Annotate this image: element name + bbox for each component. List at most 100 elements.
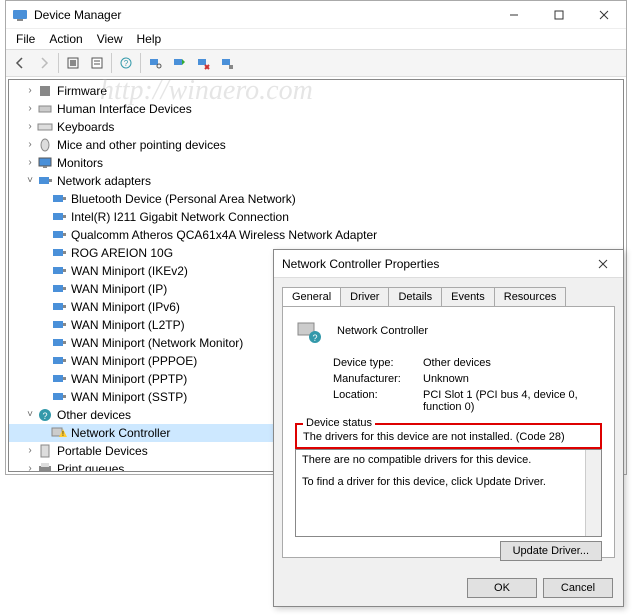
tree-category[interactable]: › Human Interface Devices (9, 100, 623, 118)
window-controls (491, 1, 626, 29)
toolbar: ? (6, 49, 626, 77)
ok-button[interactable]: OK (467, 578, 537, 598)
tree-label: Human Interface Devices (57, 100, 192, 118)
unknown-icon: ? (37, 407, 53, 423)
cancel-button[interactable]: Cancel (543, 578, 613, 598)
window-title: Device Manager (34, 8, 491, 22)
net-icon (51, 317, 67, 333)
warn-icon: ! (51, 425, 67, 441)
expander-icon[interactable]: ˅ (23, 406, 37, 424)
tree-label: WAN Miniport (Network Monitor) (71, 334, 243, 352)
device-name: Network Controller (337, 325, 428, 337)
tree-label: ROG AREION 10G (71, 244, 173, 262)
chip-icon (37, 83, 53, 99)
status-scrollbar[interactable] (585, 450, 601, 536)
tree-label: Monitors (57, 154, 103, 172)
device-icon: ? (295, 317, 323, 345)
monitor-icon (37, 155, 53, 171)
device-type-value: Other devices (423, 357, 602, 369)
net-icon (51, 335, 67, 351)
tab-details[interactable]: Details (388, 287, 442, 306)
tree-label: Other devices (57, 406, 131, 424)
status-highlight: Device status The drivers for this devic… (295, 423, 602, 449)
menu-help[interactable]: Help (131, 30, 168, 48)
dialog-title: Network Controller Properties (282, 257, 583, 271)
expander-icon[interactable]: › (23, 118, 37, 136)
status-textbox[interactable]: There are no compatible drivers for this… (295, 449, 602, 537)
close-button[interactable] (581, 1, 626, 29)
expander-icon[interactable]: › (23, 136, 37, 154)
expander-icon[interactable]: › (23, 460, 37, 472)
tree-label: WAN Miniport (IP) (71, 280, 167, 298)
disable-button[interactable] (216, 52, 238, 74)
net-icon (51, 281, 67, 297)
tree-label: Portable Devices (57, 442, 148, 460)
net-icon (51, 353, 67, 369)
show-hidden-button[interactable] (62, 52, 84, 74)
manufacturer-value: Unknown (423, 373, 602, 385)
tree-category[interactable]: › Keyboards (9, 118, 623, 136)
uninstall-button[interactable] (192, 52, 214, 74)
net-icon (51, 299, 67, 315)
menubar: File Action View Help (6, 29, 626, 49)
properties-dialog: Network Controller Properties General Dr… (273, 249, 624, 607)
expander-icon[interactable]: › (23, 82, 37, 100)
net-icon (51, 209, 67, 225)
keyboard-icon (37, 119, 53, 135)
status-legend: Device status (303, 417, 375, 429)
dialog-close-button[interactable] (583, 250, 623, 278)
tree-category[interactable]: › Firmware (9, 82, 623, 100)
tab-driver[interactable]: Driver (340, 287, 389, 306)
tab-panel-general: ? Network Controller Device type: Other … (282, 306, 615, 558)
expander-icon[interactable]: › (23, 100, 37, 118)
menu-action[interactable]: Action (43, 30, 88, 48)
update-driver-button[interactable] (168, 52, 190, 74)
tree-label: Mice and other pointing devices (57, 136, 226, 154)
svg-text:?: ? (312, 333, 317, 343)
dialog-buttons: OK Cancel (467, 578, 613, 598)
tree-category[interactable]: › Mice and other pointing devices (9, 136, 623, 154)
tree-item[interactable]: Intel(R) I211 Gigabit Network Connection (9, 208, 623, 226)
dialog-titlebar: Network Controller Properties (274, 250, 623, 278)
net-icon (51, 191, 67, 207)
help-button[interactable]: ? (115, 52, 137, 74)
back-button[interactable] (9, 52, 31, 74)
net-icon (51, 245, 67, 261)
location-label: Location: (333, 389, 423, 413)
status-error-line: The drivers for this device are not inst… (303, 429, 594, 445)
menu-view[interactable]: View (91, 30, 129, 48)
net-icon (51, 227, 67, 243)
menu-file[interactable]: File (10, 30, 41, 48)
tree-label: Qualcomm Atheros QCA61x4A Wireless Netwo… (71, 226, 377, 244)
tree-label: WAN Miniport (IKEv2) (71, 262, 188, 280)
device-type-label: Device type: (333, 357, 423, 369)
expander-icon[interactable]: ˅ (23, 172, 37, 190)
tree-label: WAN Miniport (PPPOE) (71, 352, 197, 370)
tree-item[interactable]: Qualcomm Atheros QCA61x4A Wireless Netwo… (9, 226, 623, 244)
forward-button[interactable] (33, 52, 55, 74)
tab-resources[interactable]: Resources (494, 287, 567, 306)
tab-events[interactable]: Events (441, 287, 495, 306)
tree-item[interactable]: Bluetooth Device (Personal Area Network) (9, 190, 623, 208)
status-line-3: To find a driver for this device, click … (302, 476, 595, 488)
properties-button[interactable] (86, 52, 108, 74)
tree-category[interactable]: ˅ Network adapters (9, 172, 623, 190)
tree-label: WAN Miniport (IPv6) (71, 298, 180, 316)
scan-button[interactable] (144, 52, 166, 74)
svg-text:!: ! (62, 431, 64, 438)
svg-text:?: ? (124, 59, 129, 68)
maximize-button[interactable] (536, 1, 581, 29)
titlebar: Device Manager (6, 1, 626, 29)
status-line-2: There are no compatible drivers for this… (302, 454, 595, 466)
tree-label: Keyboards (57, 118, 114, 136)
printer-icon (37, 461, 53, 472)
minimize-button[interactable] (491, 1, 536, 29)
expander-icon[interactable]: › (23, 442, 37, 460)
tab-general[interactable]: General (282, 287, 341, 306)
mouse-icon (37, 137, 53, 153)
tree-label: Network Controller (71, 424, 170, 442)
update-driver-button[interactable]: Update Driver... (500, 541, 602, 561)
device-info-grid: Device type: Other devices Manufacturer:… (333, 357, 602, 413)
tree-category[interactable]: › Monitors (9, 154, 623, 172)
expander-icon[interactable]: › (23, 154, 37, 172)
